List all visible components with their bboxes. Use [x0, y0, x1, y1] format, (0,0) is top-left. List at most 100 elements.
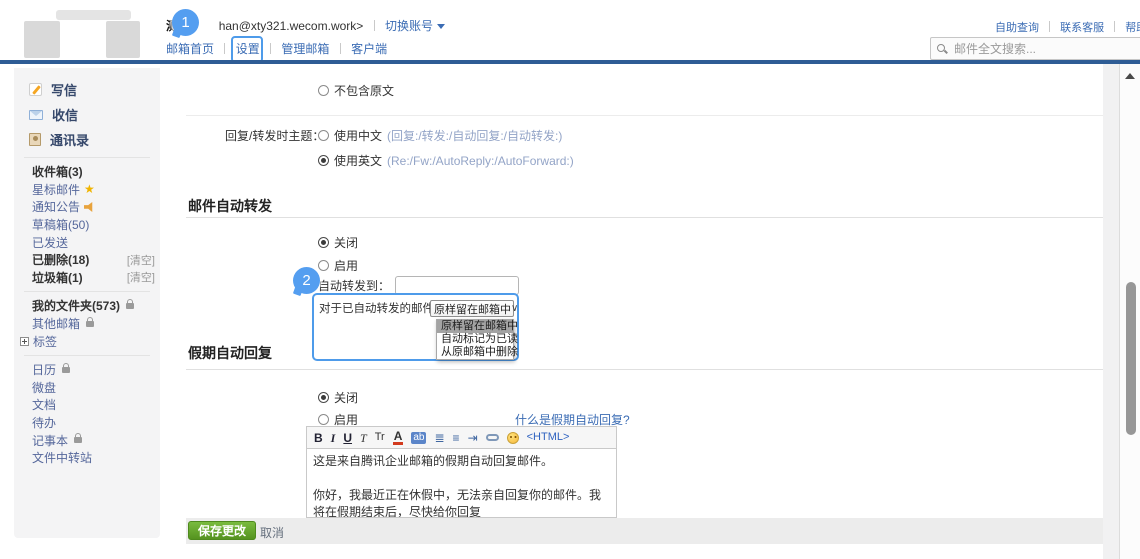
help-center-link[interactable]: 帮助中心: [1125, 22, 1140, 34]
forward-to-label: 自动转发到：: [318, 279, 391, 293]
announcements-label: 通知公告: [32, 200, 81, 215]
vacation-reply-editor[interactable]: 这是来自腾讯企业邮箱的假期自动回复邮件。 你好，我最近正在休假中，无法亲自回复你…: [306, 448, 617, 518]
empty-deleted-action[interactable]: [清空]: [127, 252, 155, 268]
contact-support-link[interactable]: 联系客服: [1060, 22, 1104, 34]
divider: [373, 20, 375, 31]
option-forward-on: 启用: [318, 257, 358, 274]
nav-settings[interactable]: 设置: [236, 42, 260, 56]
radio-forward-on[interactable]: [318, 260, 329, 271]
sidebar-item-file-transfer[interactable]: 文件中转站: [14, 449, 160, 467]
scroll-up-arrow[interactable]: [1125, 73, 1135, 79]
font-style-button[interactable]: T: [360, 432, 367, 444]
star-icon: ★: [84, 182, 95, 197]
expand-icon[interactable]: [20, 336, 29, 346]
self-service-link[interactable]: 自助查询: [995, 22, 1039, 34]
sidebar-item-notebook[interactable]: 记事本: [14, 431, 160, 449]
nav-mail-home[interactable]: 邮箱首页: [166, 42, 214, 56]
empty-junk-action[interactable]: [清空]: [127, 269, 155, 285]
forwarded-handling-select[interactable]: 原样留在邮箱中 ∨: [430, 300, 518, 317]
reply-subject-text: 回复/转发时主题：: [225, 129, 325, 143]
compose-button[interactable]: 写信: [14, 77, 160, 102]
section-underline: [186, 369, 1103, 370]
contacts-button[interactable]: 通讯录: [14, 127, 160, 152]
docs-label: 文档: [32, 398, 57, 413]
receive-mail-button[interactable]: 收信: [14, 102, 160, 127]
scrollbar-thumb[interactable]: [1126, 282, 1136, 435]
divider: [1049, 21, 1051, 32]
sidebar-item-junk[interactable]: 垃圾箱(1) [清空]: [14, 269, 160, 287]
underline-button[interactable]: U: [343, 432, 352, 444]
emoji-icon[interactable]: [506, 431, 519, 444]
cancel-button[interactable]: 取消: [260, 524, 284, 541]
indent-button[interactable]: ⇥: [468, 432, 478, 444]
italic-button[interactable]: I: [331, 432, 336, 444]
select-value: 原样留在邮箱中: [434, 303, 511, 316]
sidebar-item-calendar[interactable]: 日历: [14, 361, 160, 379]
radio-forward-off[interactable]: [318, 237, 329, 248]
forward-on-label: 启用: [334, 259, 359, 273]
mail-icon: [29, 109, 43, 120]
divider: [1114, 21, 1116, 32]
search-input[interactable]: [952, 40, 1122, 57]
header-divider-bar: [0, 60, 1140, 64]
calendar-label: 日历: [32, 363, 57, 378]
sidebar-item-starred[interactable]: 星标邮件 ★: [14, 181, 160, 199]
junk-label: 垃圾箱(1): [32, 270, 83, 285]
option-english-subject: 使用英文 (Re:/Fw:/AutoReply:/AutoForward:): [318, 152, 574, 169]
tags-label: 标签: [33, 334, 58, 349]
content-right-gutter: [1103, 64, 1119, 559]
divider: [270, 43, 272, 54]
account-bar: 测试 han@xty321.wecom.work> 切换账号: [166, 17, 445, 34]
chevron-down-icon: [437, 24, 445, 29]
forward-to-input[interactable]: [395, 276, 520, 295]
dropdown-option-delete[interactable]: 从原邮箱中删除: [437, 346, 518, 359]
font-size-button[interactable]: Tr: [375, 432, 385, 443]
radio-vacation-on[interactable]: [318, 414, 329, 425]
editor-blank-line: [313, 470, 610, 487]
radio-chinese-subject[interactable]: [318, 130, 329, 141]
section-divider: [186, 115, 1103, 116]
speaker-icon: [84, 201, 93, 212]
save-button[interactable]: 保存更改: [188, 521, 257, 540]
dropdown-option-mark-read[interactable]: 自动标记为已读: [437, 333, 518, 346]
bold-button[interactable]: B: [314, 432, 323, 444]
vacation-off-label: 关闭: [334, 391, 359, 405]
switch-account-link[interactable]: 切换账号: [385, 19, 433, 33]
sidebar-item-tags[interactable]: 标签: [14, 332, 160, 350]
inbox-label: 收件箱(3): [32, 165, 83, 180]
qqmail-settings-page: 测试 han@xty321.wecom.work> 切换账号 邮箱首页 设置 管…: [0, 0, 1140, 559]
sidebar-item-todo[interactable]: 待办: [14, 414, 160, 432]
sidebar-item-other-mail[interactable]: 其他邮箱: [14, 315, 160, 333]
sidebar-item-sent[interactable]: 已发送: [14, 233, 160, 251]
search-bar: [930, 37, 1140, 60]
chinese-subject-label: 使用中文: [334, 129, 383, 143]
sidebar-item-drafts[interactable]: 草稿箱(50): [14, 216, 160, 234]
contacts-label: 通讯录: [50, 133, 90, 148]
nav-client[interactable]: 客户端: [351, 42, 387, 56]
highlight-button[interactable]: ab: [411, 431, 427, 444]
nav-manage-mailbox[interactable]: 管理邮箱: [281, 42, 329, 56]
sidebar-item-docs[interactable]: 文档: [14, 396, 160, 414]
html-mode-button[interactable]: <HTML>: [527, 432, 570, 443]
sidebar-item-inbox[interactable]: 收件箱(3): [14, 163, 160, 181]
weidisk-label: 微盘: [32, 380, 57, 395]
sidebar-item-weidisk[interactable]: 微盘: [14, 379, 160, 397]
forward-off-label: 关闭: [334, 236, 359, 250]
radio-english-subject[interactable]: [318, 155, 329, 166]
radio-vacation-off[interactable]: [318, 392, 329, 403]
link-icon[interactable]: [485, 434, 499, 441]
forwarded-handling-dropdown: 原样留在邮箱中 自动标记为已读 从原邮箱中删除: [436, 319, 518, 360]
english-subject-hint: (Re:/Fw:/AutoReply:/AutoForward:): [387, 153, 574, 168]
align-button[interactable]: ≣: [434, 432, 444, 444]
option-forward-off: 关闭: [318, 234, 358, 251]
sidebar-item-deleted[interactable]: 已删除(18) [清空]: [14, 251, 160, 269]
sidebar-item-announcements[interactable]: 通知公告: [14, 198, 160, 216]
list-button[interactable]: ≡: [453, 432, 460, 444]
sidebar: 写信 收信 通讯录 收件箱(3) 星标邮件 ★ 通知公告 草稿箱(50) 已发送: [14, 68, 160, 538]
font-color-button[interactable]: A: [392, 430, 404, 445]
editor-paragraph: 你好，我最近正在休假中，无法亲自回复你的邮件。我将在假期结束后，尽快给你回复: [313, 488, 602, 518]
dropdown-option-keep[interactable]: 原样留在邮箱中: [437, 320, 518, 333]
footer-bar: [186, 518, 1103, 544]
sidebar-item-my-folders[interactable]: 我的文件夹(573): [14, 297, 160, 315]
radio-no-original[interactable]: [318, 85, 329, 96]
